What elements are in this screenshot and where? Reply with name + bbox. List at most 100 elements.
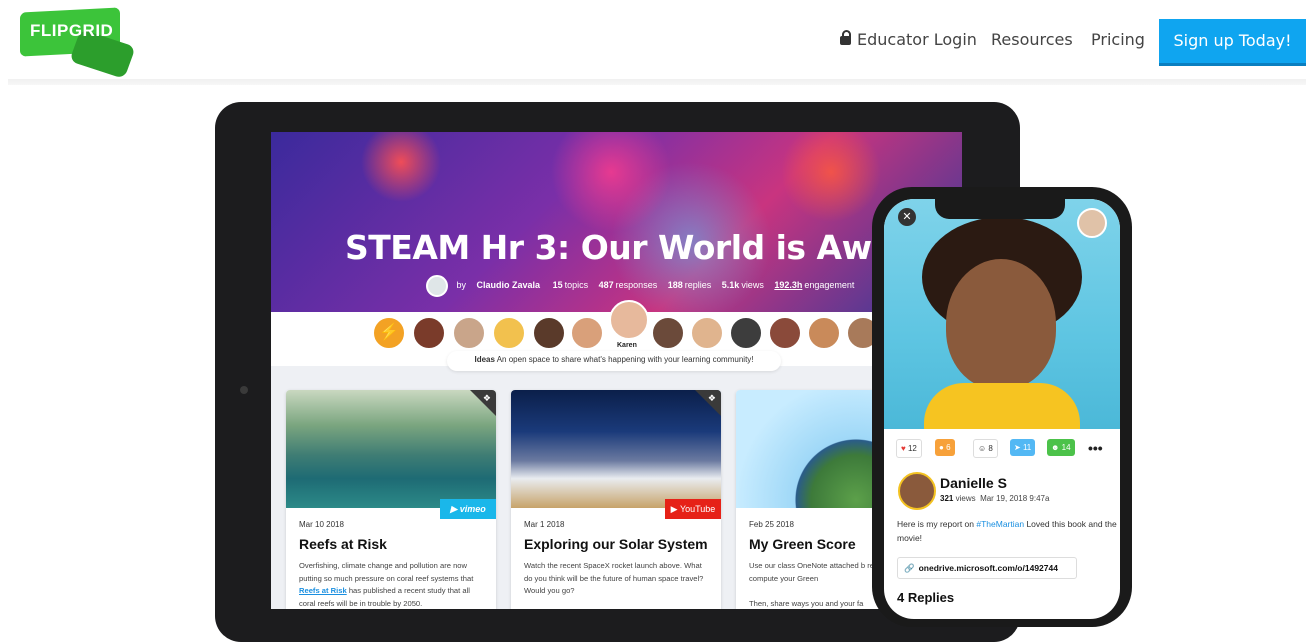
views-label: views <box>955 494 976 503</box>
desc-part: Overfishing, climate change and pollutio… <box>299 561 474 583</box>
link-icon: 🔗 <box>904 563 915 573</box>
avatar[interactable] <box>729 316 763 350</box>
vimeo-label: vimeo <box>459 504 486 514</box>
avatar[interactable] <box>452 316 486 350</box>
lock-icon <box>840 30 851 45</box>
avatar[interactable] <box>532 316 566 350</box>
avatar[interactable] <box>768 316 802 350</box>
responses-label: responses <box>615 280 658 291</box>
topic-description: Overfishing, climate change and pollutio… <box>299 560 487 609</box>
user-avatar[interactable] <box>1077 208 1107 238</box>
close-icon[interactable]: ✕ <box>898 208 916 226</box>
engagement-label: engagement <box>804 280 855 291</box>
heart-reaction[interactable]: ♥ 12 <box>896 439 922 458</box>
top-nav: FLIPGRID Educator Login Resources Pricin… <box>0 0 1306 80</box>
text-part: Here is my report on <box>897 519 977 529</box>
views-count: 321 <box>940 494 954 503</box>
reaction-count: 6 <box>946 443 951 452</box>
video-subject-face <box>946 259 1056 389</box>
video-subject-shirt <box>924 383 1080 429</box>
by-label: by <box>456 280 467 291</box>
avatar[interactable] <box>492 316 526 350</box>
featured-avatar[interactable] <box>609 300 649 340</box>
views-count: 5.1k <box>721 280 740 291</box>
engagement-count: 192.3h <box>774 280 803 291</box>
cool-reaction[interactable]: ☻ 14 <box>1047 439 1075 456</box>
resources-link[interactable]: Resources <box>991 30 1073 49</box>
replies-heading: 4 Replies <box>897 590 955 605</box>
topic-image <box>511 390 721 508</box>
educator-login-label: Educator Login <box>857 30 977 49</box>
reaction-count: 14 <box>1061 443 1071 452</box>
avatar[interactable] <box>570 316 604 350</box>
grid-meta: by Claudio Zavala 15 topics 487 responses … <box>426 275 862 297</box>
youtube-badge[interactable]: ▶ YouTube <box>665 499 721 519</box>
phone-notch <box>935 199 1065 219</box>
vimeo-badge[interactable]: ▶ vimeo <box>440 499 496 519</box>
bulb-reaction[interactable]: ● 6 <box>935 439 955 456</box>
topic-card[interactable]: ❖ ▶ vimeo Mar 10 2018 Reefs at Risk Over… <box>286 390 496 609</box>
topics-label: topics <box>564 280 589 291</box>
replies-label: replies <box>684 280 712 291</box>
phone-screen <box>884 199 1120 619</box>
author-avatar[interactable] <box>898 472 936 510</box>
logo-text: FLIPGRID <box>30 21 114 40</box>
rocket-reaction[interactable]: ➤ 11 <box>1010 439 1036 456</box>
response-meta: 321 views Mar 19, 2018 9:47a <box>940 494 1049 503</box>
ideas-pill[interactable]: Ideas An open space to share what's happ… <box>447 351 781 371</box>
topic-date: Mar 10 2018 <box>299 520 344 529</box>
more-icon[interactable]: ••• <box>1088 440 1103 456</box>
author-name[interactable]: Claudio Zavala <box>477 280 541 290</box>
smile-reaction[interactable]: ☺ 8 <box>973 439 998 458</box>
topic-card[interactable]: ❖ ▶ YouTube Mar 1 2018 Exploring our Sol… <box>511 390 721 609</box>
reaction-count: 12 <box>907 444 917 453</box>
topic-date: Mar 1 2018 <box>524 520 565 529</box>
attachment-link[interactable]: 🔗 onedrive.microsoft.com/o/1492744 <box>897 557 1077 579</box>
responses-count: 487 <box>598 280 614 291</box>
topic-image <box>286 390 496 508</box>
topic-title[interactable]: Exploring our Solar System <box>524 536 708 552</box>
author-avatar <box>426 275 448 297</box>
heart-icon: ♥ <box>901 444 906 453</box>
topic-title[interactable]: Reefs at Risk <box>299 536 387 552</box>
response-text: Here is my report on #TheMartian Loved t… <box>897 517 1119 545</box>
replies-count: 188 <box>667 280 683 291</box>
attachment-url: onedrive.microsoft.com/o/1492744 <box>918 563 1058 573</box>
cool-icon: ☻ <box>1051 443 1060 452</box>
youtube-label: YouTube <box>679 504 716 514</box>
pricing-link[interactable]: Pricing <box>1091 30 1145 49</box>
topic-title[interactable]: My Green Score <box>749 536 856 552</box>
topic-date: Feb 25 2018 <box>749 520 794 529</box>
topic-description: Watch the recent SpaceX rocket launch ab… <box>524 561 704 595</box>
bulb-icon: ● <box>939 443 944 452</box>
avatar[interactable] <box>690 316 724 350</box>
desc-part: Then, share ways you and your fa <box>749 598 864 608</box>
play-icon: ▶ <box>450 504 460 514</box>
sign-up-button[interactable]: Sign up Today! <box>1159 19 1306 63</box>
play-icon: ▶ <box>670 504 680 514</box>
avatar[interactable] <box>807 316 841 350</box>
response-author[interactable]: Danielle S <box>940 475 1007 491</box>
grid-title: STEAM Hr 3: Our World is Awesome <box>345 228 962 267</box>
reaction-count: 11 <box>1022 443 1032 452</box>
ideas-text: An open space to share what's happening … <box>496 355 754 364</box>
reaction-count: 8 <box>988 444 993 453</box>
featured-name: Karen <box>617 342 637 349</box>
avatar[interactable] <box>651 316 685 350</box>
response-timestamp: Mar 19, 2018 9:47a <box>980 494 1050 503</box>
bolt-icon[interactable]: ⚡ <box>372 316 406 350</box>
flipgrid-logo[interactable]: FLIPGRID <box>20 7 136 79</box>
topics-count: 15 <box>552 280 563 291</box>
pin-icon[interactable]: ❖ <box>708 393 716 404</box>
hashtag-link[interactable]: #TheMartian <box>976 519 1024 529</box>
tablet-screen: STEAM Hr 3: Our World is Awesome by Clau… <box>271 132 962 609</box>
reefs-link[interactable]: Reefs at Risk <box>299 586 347 595</box>
ideas-label: Ideas <box>474 355 495 364</box>
rocket-icon: ➤ <box>1014 443 1021 452</box>
tablet-camera <box>240 386 248 394</box>
pin-icon[interactable]: ❖ <box>483 393 491 404</box>
header-divider <box>8 79 1306 85</box>
views-label: views <box>741 280 764 291</box>
educator-login-link[interactable]: Educator Login <box>840 30 977 49</box>
avatar[interactable] <box>412 316 446 350</box>
